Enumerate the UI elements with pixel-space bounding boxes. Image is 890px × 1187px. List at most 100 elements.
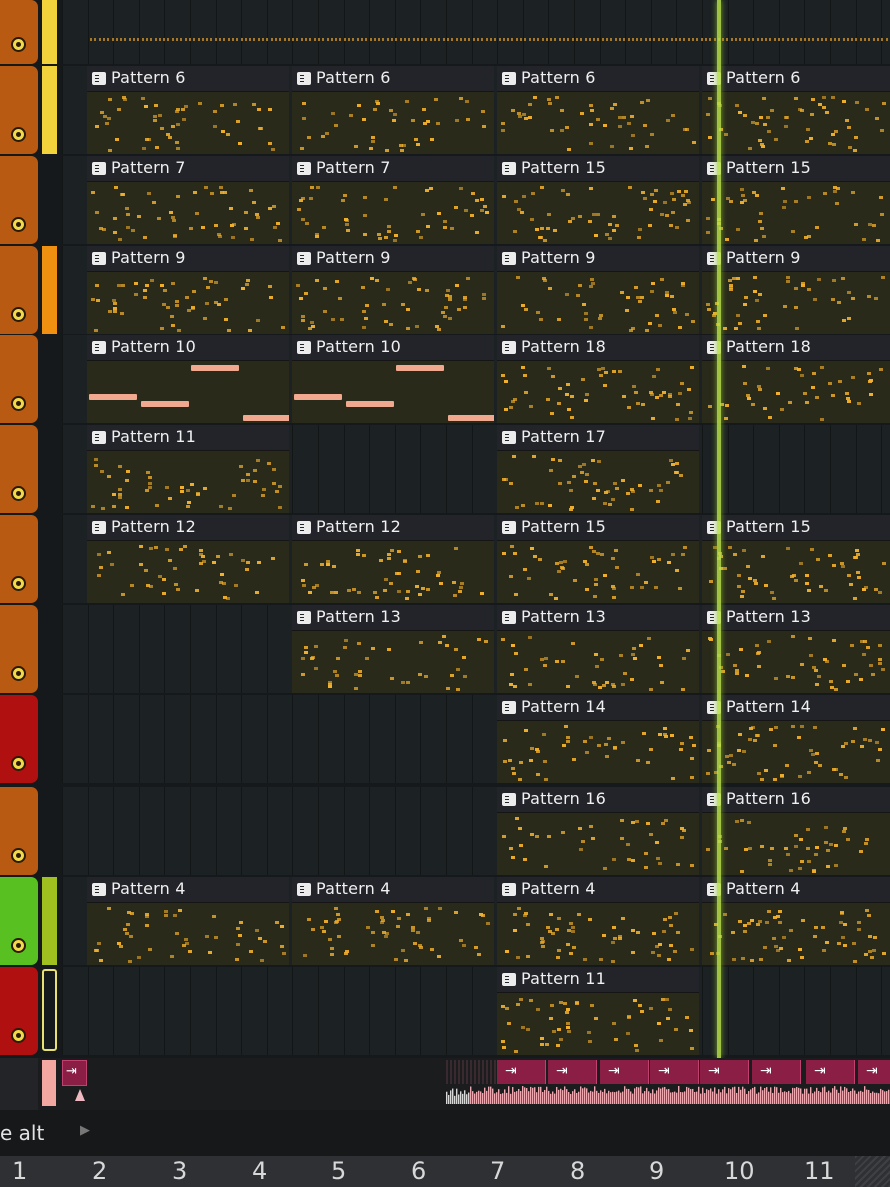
mute-toggle-icon[interactable] bbox=[11, 576, 26, 591]
mute-toggle-icon[interactable] bbox=[11, 666, 26, 681]
pattern-clip[interactable]: Pattern 4 bbox=[87, 877, 289, 965]
pattern-clip[interactable]: Pattern 7 bbox=[87, 156, 289, 244]
pattern-clip[interactable]: Pattern 13 bbox=[292, 605, 494, 693]
note bbox=[516, 1003, 520, 1006]
pattern-clip[interactable]: Pattern 9 bbox=[87, 246, 289, 334]
pattern-clip[interactable]: Pattern 13 bbox=[497, 605, 699, 693]
mute-toggle-icon[interactable] bbox=[11, 938, 26, 953]
bar-number[interactable]: 11 bbox=[804, 1157, 835, 1185]
track-lane[interactable] bbox=[62, 967, 890, 1055]
timeline-ruler[interactable]: 1 2 3 4 5 6 7 8 9 10 11 bbox=[0, 1156, 890, 1187]
note bbox=[589, 285, 593, 288]
pattern-clip[interactable]: Pattern 4 bbox=[702, 877, 890, 965]
waveform-sample bbox=[474, 1093, 476, 1104]
mute-toggle-icon[interactable] bbox=[11, 848, 26, 863]
track-header[interactable] bbox=[0, 967, 38, 1055]
track-header[interactable] bbox=[0, 246, 38, 334]
pattern-clip[interactable]: Pattern 15 bbox=[702, 515, 890, 603]
playhead[interactable] bbox=[717, 0, 721, 1058]
pattern-clip[interactable]: Pattern 14 bbox=[702, 695, 890, 783]
track-lane[interactable] bbox=[62, 0, 890, 64]
note bbox=[582, 463, 586, 466]
pattern-clip[interactable]: Pattern 6 bbox=[87, 66, 289, 154]
mute-toggle-icon[interactable] bbox=[11, 37, 26, 52]
track-header[interactable] bbox=[0, 515, 38, 603]
note bbox=[756, 320, 760, 323]
pattern-clip[interactable]: Pattern 11 bbox=[497, 967, 699, 1055]
note bbox=[859, 678, 863, 681]
track-header[interactable] bbox=[0, 66, 38, 154]
track-header[interactable] bbox=[0, 156, 38, 244]
mute-toggle-icon[interactable] bbox=[11, 396, 26, 411]
pattern-clip[interactable]: Pattern 4 bbox=[292, 877, 494, 965]
pattern-clip[interactable]: Pattern 9 bbox=[497, 246, 699, 334]
audio-slice[interactable]: ⇥ bbox=[806, 1060, 855, 1084]
bar-number[interactable]: 6 bbox=[411, 1157, 426, 1185]
mute-toggle-icon[interactable] bbox=[11, 307, 26, 322]
pattern-clip[interactable]: Pattern 15 bbox=[702, 156, 890, 244]
audio-slice[interactable]: ⇥ bbox=[858, 1060, 890, 1084]
bar-number[interactable]: 2 bbox=[92, 1157, 107, 1185]
pattern-clip[interactable]: Pattern 10 bbox=[87, 335, 289, 423]
note bbox=[199, 562, 203, 565]
audio-slice[interactable]: ⇥ bbox=[700, 1060, 749, 1084]
bar-number[interactable]: 8 bbox=[570, 1157, 585, 1185]
audio-slice[interactable]: ⇥ bbox=[548, 1060, 597, 1084]
pattern-clip[interactable]: Pattern 14 bbox=[497, 695, 699, 783]
pattern-clip[interactable]: Pattern 18 bbox=[497, 335, 699, 423]
track-header[interactable] bbox=[0, 695, 38, 783]
pattern-clip[interactable]: Pattern 12 bbox=[292, 515, 494, 603]
track-header[interactable] bbox=[0, 605, 38, 693]
bar-number[interactable]: 7 bbox=[490, 1157, 505, 1185]
bar-number[interactable]: 1 bbox=[12, 1157, 27, 1185]
note bbox=[630, 678, 634, 681]
bar-number[interactable]: 4 bbox=[252, 1157, 267, 1185]
pattern-clip[interactable]: Pattern 13 bbox=[702, 605, 890, 693]
waveform-sample bbox=[598, 1092, 600, 1104]
pattern-clip[interactable]: Pattern 4 bbox=[497, 877, 699, 965]
pattern-clip[interactable]: Pattern 6 bbox=[497, 66, 699, 154]
audio-slice[interactable]: ⇥ bbox=[600, 1060, 649, 1084]
track-header[interactable] bbox=[0, 0, 38, 64]
pattern-clip[interactable]: Pattern 16 bbox=[497, 787, 699, 875]
note bbox=[631, 951, 635, 954]
bar-number[interactable]: 9 bbox=[649, 1157, 664, 1185]
mute-toggle-icon[interactable] bbox=[11, 1028, 26, 1043]
bar-number[interactable]: 3 bbox=[172, 1157, 187, 1185]
pattern-clip[interactable]: Pattern 12 bbox=[87, 515, 289, 603]
bar-number[interactable]: 10 bbox=[724, 1157, 755, 1185]
pattern-clip[interactable]: Pattern 15 bbox=[497, 156, 699, 244]
note bbox=[154, 104, 158, 107]
pattern-clip[interactable]: Pattern 11 bbox=[87, 425, 289, 513]
mute-toggle-icon[interactable] bbox=[11, 756, 26, 771]
track-header[interactable] bbox=[0, 335, 38, 423]
pattern-clip[interactable]: Pattern 18 bbox=[702, 335, 890, 423]
pattern-clip[interactable]: Pattern 9 bbox=[702, 246, 890, 334]
note bbox=[324, 920, 328, 923]
note bbox=[513, 685, 517, 688]
pattern-clip[interactable]: Pattern 10 bbox=[292, 335, 494, 423]
pattern-clip[interactable]: Pattern 17 bbox=[497, 425, 699, 513]
mute-toggle-icon[interactable] bbox=[11, 217, 26, 232]
chevron-right-icon[interactable]: ▶ bbox=[80, 1123, 90, 1138]
audio-slice[interactable]: ⇥ bbox=[650, 1060, 699, 1084]
note bbox=[630, 508, 634, 511]
audio-slice[interactable]: ⇥ bbox=[752, 1060, 801, 1084]
mute-toggle-icon[interactable] bbox=[11, 486, 26, 501]
mute-toggle-icon[interactable] bbox=[11, 127, 26, 142]
pattern-clip[interactable]: Pattern 7 bbox=[292, 156, 494, 244]
track-header[interactable] bbox=[0, 425, 38, 513]
audio-track-header[interactable] bbox=[0, 1058, 38, 1110]
pattern-clip[interactable]: Pattern 6 bbox=[702, 66, 890, 154]
bar-number[interactable]: 5 bbox=[331, 1157, 346, 1185]
track-header[interactable] bbox=[0, 877, 38, 965]
pattern-clip[interactable]: Pattern 15 bbox=[497, 515, 699, 603]
audio-slice[interactable]: ⇥ bbox=[497, 1060, 546, 1084]
pattern-clip[interactable]: Pattern 9 bbox=[292, 246, 494, 334]
note bbox=[256, 216, 260, 219]
pattern-clip[interactable]: Pattern 6 bbox=[292, 66, 494, 154]
note bbox=[547, 367, 551, 370]
pattern-clip[interactable]: Pattern 16 bbox=[702, 787, 890, 875]
track-header[interactable] bbox=[0, 787, 38, 875]
grid-line bbox=[394, 425, 396, 513]
